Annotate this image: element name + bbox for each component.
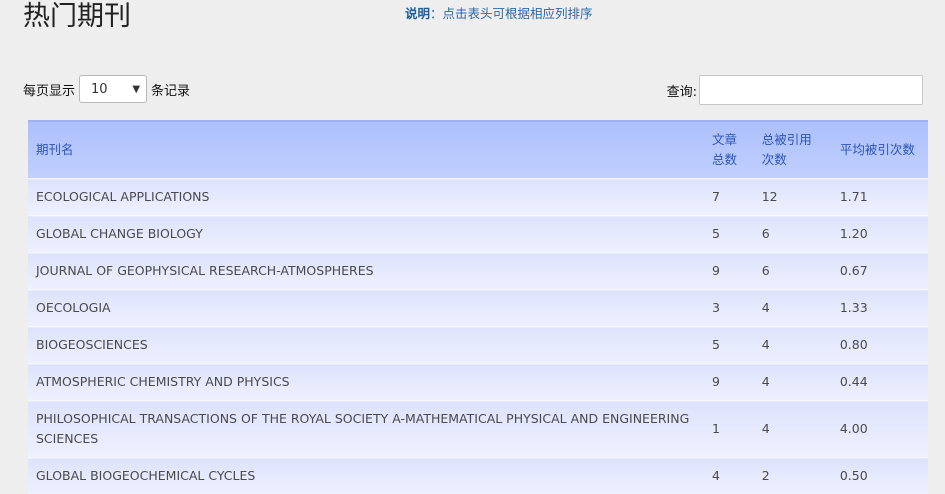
table-row: ATMOSPHERIC CHEMISTRY AND PHYSICS 9 4 0.… bbox=[28, 364, 928, 401]
total-citations-cell: 2 bbox=[754, 458, 832, 494]
article-count-cell: 7 bbox=[704, 179, 754, 216]
table-row: GLOBAL CHANGE BIOLOGY 5 6 1.20 bbox=[28, 216, 928, 253]
table-row: ECOLOGICAL APPLICATIONS 7 12 1.71 bbox=[28, 179, 928, 216]
sort-hint-label: 说明 bbox=[405, 6, 430, 21]
total-citations-cell: 6 bbox=[754, 216, 832, 253]
avg-citations-cell: 0.44 bbox=[832, 364, 928, 401]
avg-citations-cell: 1.20 bbox=[832, 216, 928, 253]
sort-hint-text: ：点击表头可根据相应列排序 bbox=[430, 6, 593, 21]
total-citations-cell: 4 bbox=[754, 290, 832, 327]
journal-name-cell: PHILOSOPHICAL TRANSACTIONS OF THE ROYAL … bbox=[28, 401, 704, 458]
page-title: 热门期刊 bbox=[23, 0, 131, 34]
search-control: 查询: bbox=[667, 75, 923, 105]
journal-name-cell: JOURNAL OF GEOPHYSICAL RESEARCH-ATMOSPHE… bbox=[28, 253, 704, 290]
article-count-cell: 5 bbox=[704, 327, 754, 364]
journal-name-cell: GLOBAL CHANGE BIOLOGY bbox=[28, 216, 704, 253]
avg-citations-cell: 0.67 bbox=[832, 253, 928, 290]
sort-header-avg-citations[interactable]: 平均被引次数 bbox=[832, 121, 928, 179]
total-citations-cell: 12 bbox=[754, 179, 832, 216]
article-count-cell: 3 bbox=[704, 290, 754, 327]
journal-name-cell: GLOBAL BIOGEOCHEMICAL CYCLES bbox=[28, 458, 704, 494]
total-citations-cell: 4 bbox=[754, 401, 832, 458]
page-length-suffix: 条记录 bbox=[151, 80, 190, 99]
table-header-row: 期刊名 文章总数 总被引用次数 平均被引次数 bbox=[28, 121, 928, 179]
table-row: OECOLOGIA 3 4 1.33 bbox=[28, 290, 928, 327]
search-label: 查询: bbox=[667, 81, 697, 100]
avg-citations-cell: 1.33 bbox=[832, 290, 928, 327]
total-citations-cell: 4 bbox=[754, 364, 832, 401]
article-count-cell: 4 bbox=[704, 458, 754, 494]
article-count-cell: 9 bbox=[704, 364, 754, 401]
total-citations-cell: 4 bbox=[754, 327, 832, 364]
total-citations-cell: 6 bbox=[754, 253, 832, 290]
sort-hint: 说明：点击表头可根据相应列排序 bbox=[405, 3, 593, 22]
journals-table: 期刊名 文章总数 总被引用次数 平均被引次数 ECOLOGICAL APPLIC… bbox=[28, 120, 928, 494]
sort-header-article-count[interactable]: 文章总数 bbox=[704, 121, 754, 179]
table-row: GLOBAL BIOGEOCHEMICAL CYCLES 4 2 0.50 bbox=[28, 458, 928, 494]
article-count-cell: 9 bbox=[704, 253, 754, 290]
search-input[interactable] bbox=[699, 75, 923, 105]
avg-citations-cell: 0.50 bbox=[832, 458, 928, 494]
journal-name-cell: ATMOSPHERIC CHEMISTRY AND PHYSICS bbox=[28, 364, 704, 401]
chevron-down-icon: ▼ bbox=[132, 84, 140, 95]
journal-name-cell: BIOGEOSCIENCES bbox=[28, 327, 704, 364]
page-length-prefix: 每页显示 bbox=[23, 80, 75, 99]
avg-citations-cell: 1.71 bbox=[832, 179, 928, 216]
sort-header-journal-name[interactable]: 期刊名 bbox=[28, 121, 704, 179]
sort-header-total-citations[interactable]: 总被引用次数 bbox=[754, 121, 832, 179]
page-length-value: 10 bbox=[91, 82, 108, 97]
page-length-control: 每页显示 10 ▼ 条记录 bbox=[23, 75, 190, 103]
article-count-cell: 5 bbox=[704, 216, 754, 253]
table-row: BIOGEOSCIENCES 5 4 0.80 bbox=[28, 327, 928, 364]
avg-citations-cell: 4.00 bbox=[832, 401, 928, 458]
avg-citations-cell: 0.80 bbox=[832, 327, 928, 364]
journal-name-cell: OECOLOGIA bbox=[28, 290, 704, 327]
table-row: PHILOSOPHICAL TRANSACTIONS OF THE ROYAL … bbox=[28, 401, 928, 458]
page-length-select[interactable]: 10 ▼ bbox=[79, 75, 147, 103]
journal-name-cell: ECOLOGICAL APPLICATIONS bbox=[28, 179, 704, 216]
table-row: JOURNAL OF GEOPHYSICAL RESEARCH-ATMOSPHE… bbox=[28, 253, 928, 290]
article-count-cell: 1 bbox=[704, 401, 754, 458]
